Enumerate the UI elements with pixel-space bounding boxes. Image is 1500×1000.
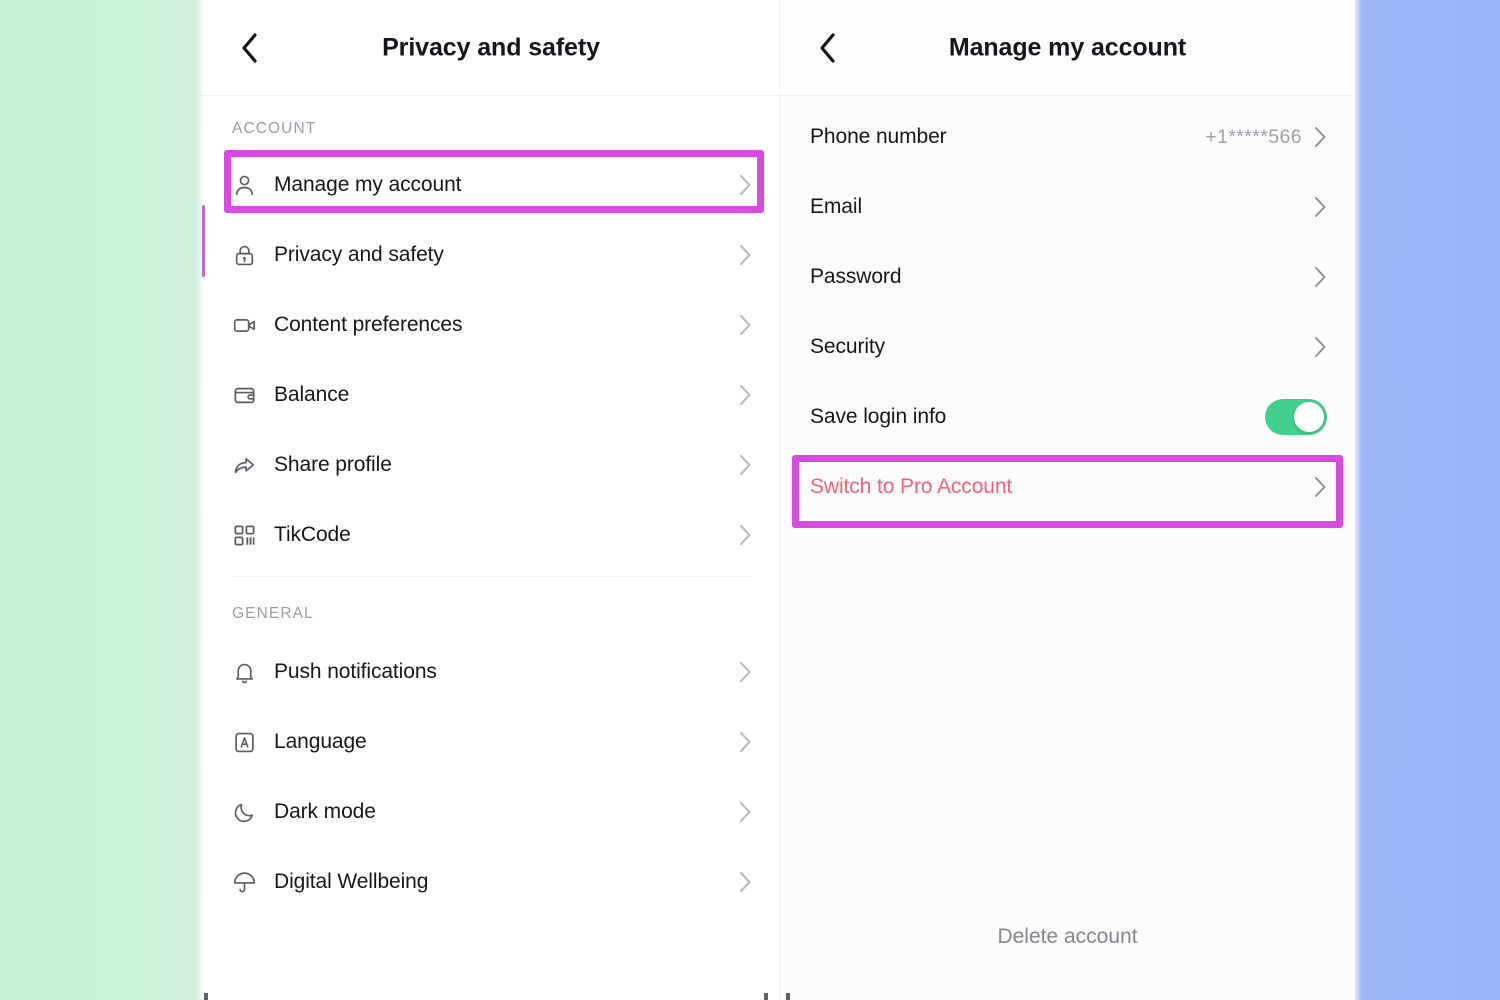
toggle-knob bbox=[1294, 402, 1324, 432]
sidebar-item-label: Dark mode bbox=[274, 800, 376, 823]
account-row-label: Security bbox=[810, 335, 886, 358]
bell-icon bbox=[232, 660, 266, 685]
screenshot-canvas: Privacy and safety ACCOUNT Manage my acc… bbox=[0, 0, 1500, 1000]
chevron-right-icon bbox=[1314, 476, 1327, 498]
language-a-icon bbox=[232, 730, 266, 755]
sidebar-item-label: Push notifications bbox=[274, 660, 437, 683]
chevron-right-icon bbox=[1314, 266, 1327, 288]
section-label-general: GENERAL bbox=[232, 605, 314, 622]
sidebar-item-label: TikCode bbox=[274, 523, 351, 546]
account-row-label: Email bbox=[810, 195, 863, 218]
chevron-right-icon bbox=[1314, 336, 1327, 358]
chevron-right-icon bbox=[1314, 126, 1327, 148]
section-label-account: ACCOUNT bbox=[232, 120, 317, 137]
sidebar-item-label: Share profile bbox=[274, 453, 392, 476]
left-panel-title: Privacy and safety bbox=[382, 33, 600, 61]
edge-artifact bbox=[204, 993, 208, 1000]
account-row-label: Password bbox=[810, 265, 902, 288]
sidebar-item-label: Content preferences bbox=[274, 313, 463, 336]
share-arrow-icon bbox=[232, 453, 266, 478]
sidebar-item-content-preferences[interactable]: Content preferences bbox=[202, 290, 780, 360]
scroll-indicator-bar[interactable] bbox=[202, 205, 205, 277]
qr-code-icon bbox=[232, 523, 266, 548]
phone-number-value: +1*****566 bbox=[1205, 125, 1302, 148]
chevron-right-icon bbox=[739, 174, 752, 196]
account-row-password[interactable]: Password bbox=[780, 242, 1355, 312]
section-divider bbox=[232, 576, 752, 577]
wallet-icon bbox=[232, 383, 266, 408]
sidebar-item-push-notifications[interactable]: Push notifications bbox=[202, 637, 780, 707]
right-panel-title: Manage my account bbox=[948, 33, 1187, 61]
umbrella-icon bbox=[232, 870, 266, 895]
sidebar-item-label: Digital Wellbeing bbox=[274, 870, 429, 893]
lock-icon bbox=[232, 243, 266, 268]
sidebar-item-label: Privacy and safety bbox=[274, 243, 444, 266]
sidebar-item-language[interactable]: Language bbox=[202, 707, 780, 777]
edge-artifact bbox=[764, 993, 768, 1000]
chevron-right-icon bbox=[739, 314, 752, 336]
sidebar-item-tikcode[interactable]: TikCode bbox=[202, 500, 780, 570]
account-row-phone-number[interactable]: Phone number +1*****566 bbox=[780, 102, 1355, 172]
save-login-info-toggle[interactable] bbox=[1265, 399, 1327, 435]
person-icon bbox=[232, 173, 266, 198]
account-row-label: Switch to Pro Account bbox=[810, 475, 1013, 498]
chevron-right-icon bbox=[739, 454, 752, 476]
account-row-security[interactable]: Security bbox=[780, 312, 1355, 382]
moon-icon bbox=[232, 800, 266, 825]
chevron-right-icon bbox=[739, 661, 752, 683]
account-row-save-login-info[interactable]: Save login info bbox=[780, 382, 1355, 452]
chevron-right-icon bbox=[739, 871, 752, 893]
chevron-right-icon bbox=[739, 731, 752, 753]
chevron-right-icon bbox=[739, 801, 752, 823]
sidebar-item-dark-mode[interactable]: Dark mode bbox=[202, 777, 780, 847]
edge-artifact bbox=[786, 993, 790, 1000]
chevron-right-icon bbox=[1314, 196, 1327, 218]
chevron-right-icon bbox=[739, 244, 752, 266]
sidebar-item-privacy-and-safety[interactable]: Privacy and safety bbox=[202, 220, 780, 290]
chevron-right-icon bbox=[739, 384, 752, 406]
delete-account-button[interactable]: Delete account bbox=[780, 925, 1355, 949]
account-row-email[interactable]: Email bbox=[780, 172, 1355, 242]
sidebar-item-manage-my-account[interactable]: Manage my account bbox=[202, 150, 780, 220]
sidebar-item-label: Language bbox=[274, 730, 367, 753]
account-row-switch-to-pro-account[interactable]: Switch to Pro Account bbox=[780, 452, 1355, 522]
video-camera-icon bbox=[232, 313, 266, 338]
sidebar-item-balance[interactable]: Balance bbox=[202, 360, 780, 430]
chevron-right-icon bbox=[739, 524, 752, 546]
sidebar-item-label: Manage my account bbox=[274, 173, 462, 196]
account-row-label: Phone number bbox=[810, 125, 947, 148]
right-panel-header: Manage my account bbox=[780, 0, 1355, 96]
account-row-label: Save login info bbox=[810, 405, 947, 428]
sidebar-item-label: Balance bbox=[274, 383, 350, 406]
privacy-and-safety-screen: Privacy and safety ACCOUNT Manage my acc… bbox=[202, 0, 780, 1000]
left-panel-header: Privacy and safety bbox=[202, 0, 780, 96]
manage-my-account-screen: Manage my account Phone number +1*****56… bbox=[780, 0, 1355, 1000]
sidebar-item-digital-wellbeing[interactable]: Digital Wellbeing bbox=[202, 847, 780, 917]
sidebar-item-share-profile[interactable]: Share profile bbox=[202, 430, 780, 500]
